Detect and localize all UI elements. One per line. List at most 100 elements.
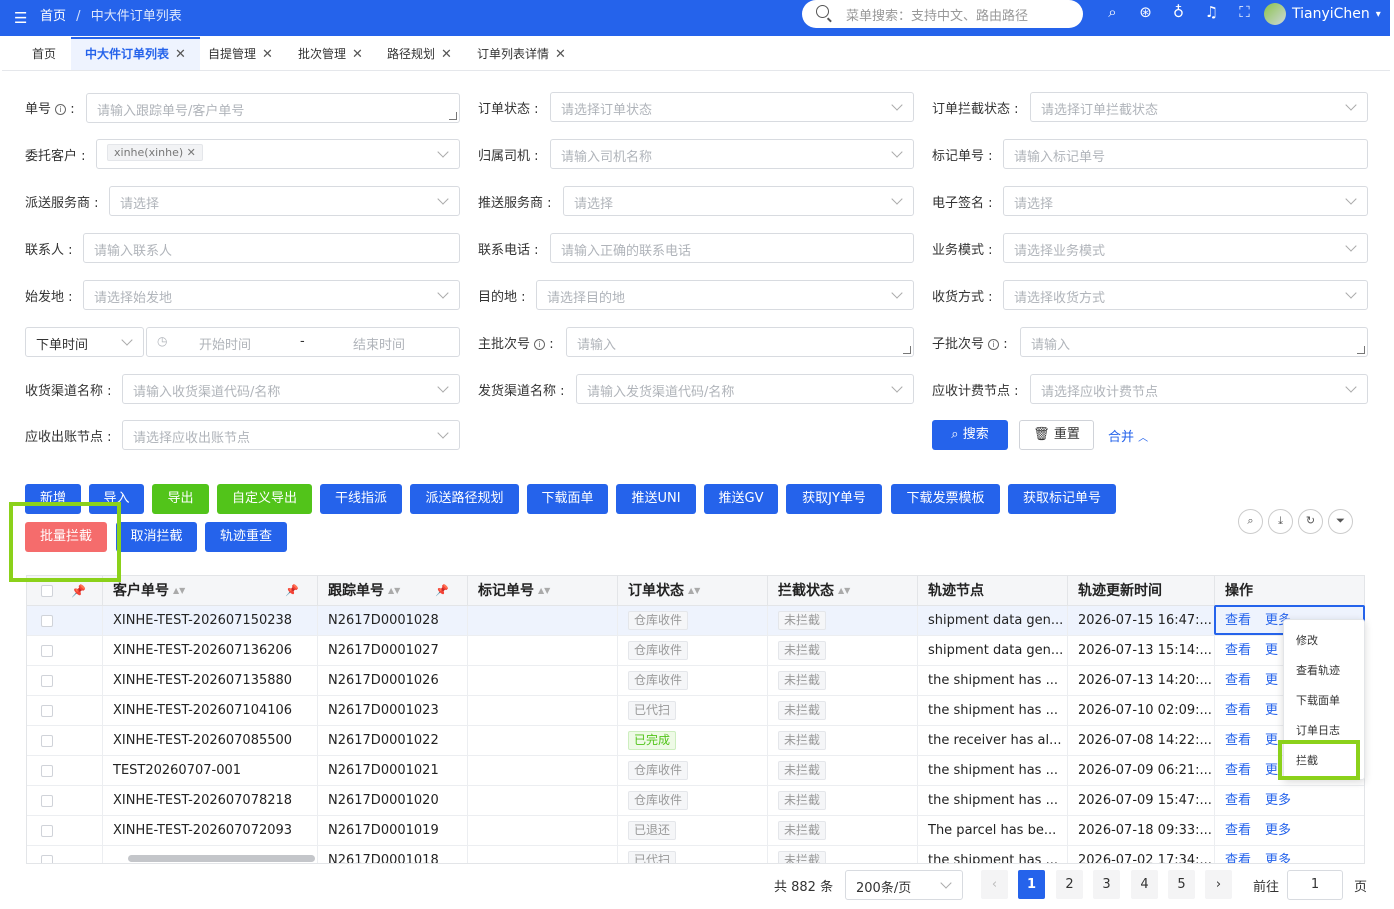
view-link[interactable]: 查看 bbox=[1225, 673, 1251, 688]
view-link[interactable]: 查看 bbox=[1225, 643, 1251, 658]
receivable-bill-node-select[interactable]: 请选择应收出账节点 bbox=[122, 420, 460, 450]
row-checkbox[interactable] bbox=[41, 765, 53, 777]
view-link[interactable]: 查看 bbox=[1225, 733, 1251, 748]
page-1-button[interactable]: 1 bbox=[1018, 870, 1045, 899]
cancel-intercept-button[interactable]: 取消拦截 bbox=[116, 522, 197, 552]
table-row[interactable]: XINHE-TEST-202607078218 N2617D0001020 仓库收件… bbox=[27, 786, 1364, 816]
table-row[interactable]: XINHE-TEST-202607104106 N2617D0001023 已代扫 未… bbox=[27, 696, 1364, 726]
mark-no-input[interactable]: 请输入标记单号 bbox=[1003, 139, 1368, 169]
close-icon[interactable]: ✕ bbox=[352, 47, 363, 62]
tab-route[interactable]: 路径规划 ✕ bbox=[387, 37, 452, 70]
table-row[interactable]: XINHE-TEST-202607085500 N2617D0001022 已完成 未… bbox=[27, 726, 1364, 756]
filter-icon[interactable]: ⏷ bbox=[1328, 509, 1353, 534]
close-icon[interactable]: ✕ bbox=[441, 47, 452, 62]
table-row[interactable]: XINHE-TEST-202607150238 N2617D0001028 仓库收件… bbox=[27, 606, 1364, 636]
refresh-icon[interactable]: ↻ bbox=[1298, 509, 1323, 534]
phone-input[interactable]: 请输入正确的联系电话 bbox=[550, 233, 914, 263]
search-button[interactable]: ⌕ 搜索 bbox=[932, 420, 1008, 450]
tab-order-list[interactable]: 中大件订单列表 ✕ bbox=[71, 37, 200, 70]
push-uni-button[interactable]: 推送UNI bbox=[616, 484, 696, 514]
select-all-checkbox[interactable] bbox=[41, 585, 53, 597]
date-range-picker[interactable]: ◷ 开始时间 - 结束时间 bbox=[146, 327, 460, 357]
bell-icon[interactable]: ♫ bbox=[1195, 3, 1228, 21]
header-tracking-no[interactable]: 跟踪单号 ▲▼ 📌 bbox=[318, 576, 468, 606]
header-order-status[interactable]: 订单状态 ▲▼ bbox=[618, 576, 768, 606]
view-link[interactable]: 查看 bbox=[1225, 793, 1251, 808]
more-link[interactable]: 更 bbox=[1265, 673, 1278, 688]
table-row[interactable]: XINHE-TEST-202607135880 N2617D0001026 仓库收件… bbox=[27, 666, 1364, 696]
more-link[interactable]: 更多 bbox=[1265, 853, 1291, 863]
start-time-input[interactable]: 开始时间 bbox=[199, 334, 251, 353]
end-time-input[interactable]: 结束时间 bbox=[353, 334, 405, 353]
row-checkbox[interactable] bbox=[41, 795, 53, 807]
hamburger-menu-icon[interactable]: ☰ bbox=[14, 9, 27, 27]
close-icon[interactable]: ✕ bbox=[262, 47, 273, 62]
time-type-select[interactable]: 下单时间 bbox=[25, 327, 144, 357]
push-provider-select[interactable]: 请选择 bbox=[563, 186, 914, 216]
receive-channel-select[interactable]: 请输入收货渠道代码/名称 bbox=[122, 374, 460, 404]
more-link[interactable]: 更 bbox=[1265, 643, 1278, 658]
e-sign-select[interactable]: 请选择 bbox=[1003, 186, 1368, 216]
track-recheck-button[interactable]: 轨迹重查 bbox=[205, 522, 287, 552]
header-customer-no[interactable]: 客户单号 ▲▼ 📌 bbox=[103, 576, 318, 606]
intercept-status-select[interactable]: 请选择订单拦截状态 bbox=[1030, 92, 1368, 122]
menu-item-view-track[interactable]: 查看轨迹 bbox=[1296, 662, 1340, 678]
page-5-button[interactable]: 5 bbox=[1168, 870, 1195, 899]
biz-mode-select[interactable]: 请选择业务模式 bbox=[1003, 233, 1368, 263]
next-page-button[interactable]: › bbox=[1205, 870, 1232, 899]
reset-button[interactable]: 🗑 重置 bbox=[1019, 420, 1094, 450]
menu-item-order-log[interactable]: 订单日志 bbox=[1296, 722, 1340, 738]
more-link[interactable]: 更 bbox=[1265, 763, 1278, 778]
page-size-select[interactable]: 200条/页 bbox=[845, 870, 963, 900]
header-mark-no[interactable]: 标记单号 ▲▼ bbox=[468, 576, 618, 606]
tab-home[interactable]: 首页 bbox=[32, 37, 56, 70]
get-jy-button[interactable]: 获取JY单号 bbox=[786, 484, 882, 514]
header-intercept-status[interactable]: 拦截状态 ▲▼ bbox=[768, 576, 918, 606]
view-link[interactable]: 查看 bbox=[1225, 823, 1251, 838]
row-checkbox[interactable] bbox=[41, 825, 53, 837]
row-checkbox[interactable] bbox=[41, 645, 53, 657]
order-status-select[interactable]: 请选择订单状态 bbox=[550, 92, 914, 122]
github-icon[interactable]: ⊛ bbox=[1129, 3, 1162, 21]
receive-method-select[interactable]: 请选择收货方式 bbox=[1003, 280, 1368, 310]
menu-item-edit[interactable]: 修改 bbox=[1296, 632, 1318, 648]
more-link[interactable]: 更 bbox=[1265, 733, 1278, 748]
prev-page-button[interactable]: ‹ bbox=[981, 870, 1008, 899]
view-link[interactable]: 查看 bbox=[1225, 613, 1251, 628]
menu-search-input[interactable]: 菜单搜索：支持中文、路由路径 bbox=[802, 0, 1083, 28]
user-menu[interactable]: TianyiChen ▾ bbox=[1264, 3, 1381, 25]
page-3-button[interactable]: 3 bbox=[1093, 870, 1120, 899]
customer-select[interactable]: xinhe(xinhe) ✕ bbox=[96, 139, 460, 169]
collapse-link[interactable]: 合并 ︿ bbox=[1108, 426, 1148, 445]
more-link[interactable]: 更多 bbox=[1265, 793, 1291, 808]
push-gv-button[interactable]: 推送GV bbox=[704, 484, 778, 514]
view-link[interactable]: 查看 bbox=[1225, 703, 1251, 718]
dispatch-provider-select[interactable]: 请选择 bbox=[109, 186, 460, 216]
menu-item-download-label[interactable]: 下载面单 bbox=[1296, 692, 1340, 708]
table-row[interactable]: TEST20260707-001 N2617D0001021 仓库收件 未拦截 the … bbox=[27, 756, 1364, 786]
search-icon[interactable]: ⌕ bbox=[1238, 509, 1263, 534]
fullscreen-icon[interactable]: ⛶ bbox=[1228, 3, 1261, 21]
contact-input[interactable]: 请输入联系人 bbox=[83, 233, 460, 263]
tab-order-detail[interactable]: 订单列表详情 ✕ bbox=[477, 37, 566, 70]
view-link[interactable]: 查看 bbox=[1225, 853, 1251, 863]
close-icon[interactable]: ✕ bbox=[555, 47, 566, 62]
breadcrumb-home[interactable]: 首页 bbox=[40, 9, 66, 24]
page-4-button[interactable]: 4 bbox=[1131, 870, 1158, 899]
search-icon[interactable]: ⌕ bbox=[1096, 3, 1129, 21]
get-mark-no-button[interactable]: 获取标记单号 bbox=[1008, 484, 1116, 514]
custom-export-button[interactable]: 自定义导出 bbox=[217, 484, 312, 514]
master-batch-input[interactable]: 请输入 bbox=[566, 327, 914, 357]
more-link[interactable]: 更多 bbox=[1265, 823, 1291, 838]
export-button[interactable]: 导出 bbox=[152, 484, 209, 514]
sub-batch-input[interactable]: 请输入 bbox=[1020, 327, 1368, 357]
row-checkbox[interactable] bbox=[41, 615, 53, 627]
tab-pickup[interactable]: 自提管理 ✕ bbox=[208, 37, 273, 70]
download-label-button[interactable]: 下载面单 bbox=[527, 484, 608, 514]
row-checkbox[interactable] bbox=[41, 735, 53, 747]
destination-select[interactable]: 请选择目的地 bbox=[536, 280, 914, 310]
goto-page-input[interactable]: 1 bbox=[1287, 870, 1343, 900]
row-checkbox[interactable] bbox=[41, 705, 53, 717]
route-plan-button[interactable]: 派送路径规划 bbox=[410, 484, 519, 514]
trunk-assign-button[interactable]: 干线指派 bbox=[320, 484, 402, 514]
